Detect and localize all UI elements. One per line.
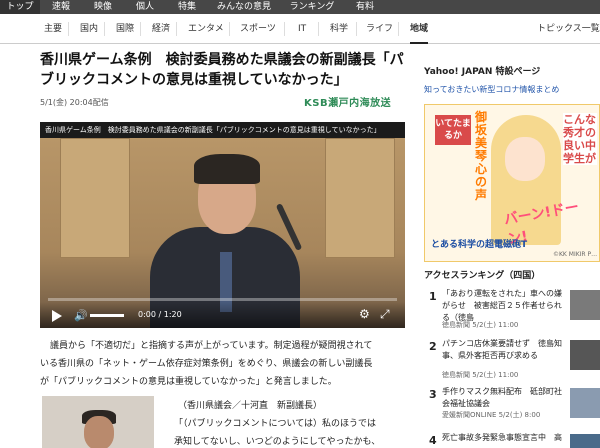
- settings-icon[interactable]: ⚙: [359, 307, 370, 321]
- ranking-thumbnail: [570, 290, 600, 320]
- top-nav-tab-ranking[interactable]: ランキング: [280, 0, 344, 14]
- topics-list-link[interactable]: トピックス一覧: [537, 14, 600, 44]
- cat-divider: [356, 22, 357, 36]
- category-nav: 主要 国内 国際 経済 エンタメ スポーツ IT 科学 ライフ 地域 トピックス…: [0, 14, 600, 44]
- top-nav-tab-special[interactable]: 特集: [166, 0, 208, 14]
- cat-divider: [284, 22, 285, 36]
- ranking-title: アクセスランキング（四国）: [424, 271, 541, 281]
- article-body-line: いる香川県の「ネット・ゲーム依存症対策条例」をめぐり、県議会の新しい副議長: [40, 359, 373, 369]
- ad-character-face: [505, 137, 545, 181]
- cat-life[interactable]: ライフ: [366, 14, 393, 44]
- video-player[interactable]: 香川県ゲーム条例 検討委員務めた県議会の新副議長「パブリックコメントの意見は重視…: [40, 122, 405, 328]
- top-nav: トップ 速報 映像 個人 特集 みんなの意見 ランキング 有料: [0, 0, 600, 14]
- cat-science[interactable]: 科学: [330, 14, 348, 44]
- ranking-headline[interactable]: 「あおり運転をされた」車への嫌がらせ 被害総百２５作者せられる（徳島: [442, 288, 564, 324]
- advertisement-banner[interactable]: いてたまるか 御坂美琴心の声 こんな秀才の良い中学生が バーン!ドーン! とある…: [424, 104, 600, 262]
- ranking-number: 1: [429, 290, 437, 303]
- ranking-item[interactable]: 1 「あおり運転をされた」車への嫌がらせ 被害総百２５作者せられる（徳島 徳島新…: [424, 288, 600, 332]
- cat-main[interactable]: 主要: [44, 14, 62, 44]
- quote-line: 承知してないし、いつどのようにしてやったかも、: [174, 437, 381, 447]
- play-icon[interactable]: [52, 310, 62, 322]
- ranking-number: 2: [429, 340, 437, 353]
- speaker-thumbnail: [42, 396, 154, 448]
- ranking-meta: 徳島新聞 5/2(土) 11:00: [442, 321, 519, 329]
- quote-line: 「（パブリックコメントについては）私のほうでは: [174, 419, 377, 429]
- ad-text: いてたまるか: [435, 115, 471, 145]
- article-title: 香川県ゲーム条例 検討委員務めた県議会の新副議長「パブリックコメントの意見は重視…: [40, 52, 404, 88]
- top-nav-tab-paid[interactable]: 有料: [344, 0, 386, 14]
- top-nav-tab-breaking[interactable]: 速報: [40, 0, 82, 14]
- cat-regional[interactable]: 地域: [410, 14, 429, 44]
- top-nav-tab-individual[interactable]: 個人: [124, 0, 166, 14]
- cat-divider: [104, 22, 105, 36]
- video-controls: 🔊 0:00 / 1:20 ⚙ ⤢: [40, 302, 405, 328]
- ranking-number: 3: [429, 388, 437, 401]
- cat-economy[interactable]: 経済: [152, 14, 170, 44]
- ranking-thumbnail: [570, 434, 600, 448]
- ranking-thumbnail: [570, 340, 600, 370]
- volume-slider[interactable]: [90, 314, 124, 317]
- cat-divider: [68, 22, 69, 36]
- ranking-thumbnail: [570, 388, 600, 418]
- top-nav-tab-top[interactable]: トップ: [0, 0, 40, 14]
- article-date: 5/1(金) 20:04配信: [40, 98, 109, 107]
- cat-international[interactable]: 国際: [116, 14, 134, 44]
- quote-attribution: （香川県議会／十河直 新副議長）: [178, 401, 323, 411]
- volume-icon[interactable]: 🔊: [74, 309, 88, 322]
- cat-divider: [398, 22, 399, 36]
- ad-text: 御坂美琴心の声: [475, 110, 488, 202]
- top-nav-tab-video[interactable]: 映像: [82, 0, 124, 14]
- article-body-line: が「パブリックコメントの意見は重視していなかった」と発言しました。: [40, 377, 337, 387]
- ranking-headline[interactable]: パチンコ店休業要請せず 徳島知事、県外客拒否再び求める: [442, 338, 564, 362]
- video-progress-bar[interactable]: [48, 298, 397, 301]
- thumb-head: [84, 416, 114, 448]
- ranking-meta: 徳島新聞 5/2(土) 11:00: [442, 371, 519, 379]
- cat-divider: [318, 22, 319, 36]
- cat-domestic[interactable]: 国内: [80, 14, 98, 44]
- ranking-headline[interactable]: 死亡事故多発緊急事態宣言中 高: [442, 432, 564, 444]
- video-time: 0:00 / 1:20: [138, 310, 182, 319]
- ad-text: とある科学の超電磁砲T: [431, 240, 528, 250]
- source-logo[interactable]: KSB瀬戸内海放送: [304, 94, 391, 109]
- ad-text: こんな秀才の良い中学生が: [563, 113, 597, 165]
- ranking-item[interactable]: 2 パチンコ店休業要請せず 徳島知事、県外客拒否再び求める 徳島新聞 5/2(土…: [424, 338, 600, 382]
- ad-copyright: ©KK MIKIR P…: [553, 251, 598, 258]
- article-body-line: 議員から「不適切だ」と指摘する声が上がっています。制定過程が疑問視されて: [50, 341, 373, 351]
- ranking-meta: 愛媛新聞ONLINE 5/2(土) 8:00: [442, 411, 541, 419]
- ranking-number: 4: [429, 434, 437, 447]
- top-nav-tab-opinion[interactable]: みんなの意見: [208, 0, 280, 14]
- wall-panel: [325, 138, 395, 258]
- speaker-hair: [194, 154, 260, 184]
- cat-sports[interactable]: スポーツ: [240, 14, 276, 44]
- ranking-item[interactable]: 3 手作りマスク無料配布 砥部町社会福祉協議会 愛媛新聞ONLINE 5/2(土…: [424, 386, 600, 430]
- corona-info-link[interactable]: 知っておきたい新型コロナ情報まとめ: [424, 84, 559, 95]
- cat-it[interactable]: IT: [298, 14, 306, 44]
- cat-divider: [140, 22, 141, 36]
- ranking-headline[interactable]: 手作りマスク無料配布 砥部町社会福祉協議会: [442, 386, 564, 410]
- video-overlay-title: 香川県ゲーム条例 検討委員務めた県議会の新副議長「パブリックコメントの意見は重視…: [45, 126, 381, 134]
- cat-divider: [229, 22, 230, 36]
- fullscreen-icon[interactable]: ⤢: [380, 307, 390, 322]
- cat-divider: [176, 22, 177, 36]
- cat-entertainment[interactable]: エンタメ: [188, 14, 224, 44]
- wall-panel: [60, 138, 130, 258]
- ranking-item[interactable]: 4 死亡事故多発緊急事態宣言中 高: [424, 432, 600, 448]
- yahoo-special-heading: Yahoo! JAPAN 特設ページ: [424, 67, 541, 77]
